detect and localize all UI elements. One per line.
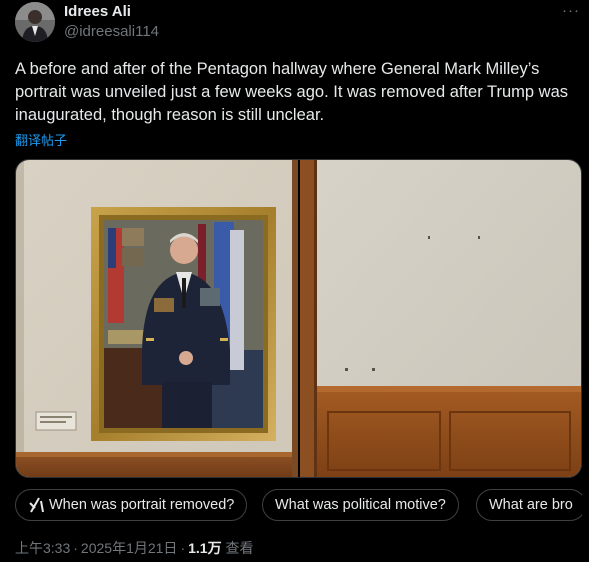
- grok-prompt-label: What are bro: [489, 497, 573, 513]
- grok-prompt-chip-truncated[interactable]: What are bro: [476, 489, 582, 521]
- translate-post-link[interactable]: 翻译帖子: [15, 130, 67, 149]
- grok-prompt-chip-political-motive[interactable]: What was political motive?: [262, 489, 459, 521]
- author-name[interactable]: Idrees Ali: [64, 3, 131, 20]
- grok-prompt-label: What was political motive?: [275, 497, 446, 513]
- meta-separator: ·: [180, 540, 186, 556]
- photo-after[interactable]: [300, 160, 581, 477]
- empty-wall-photo-image: [300, 160, 581, 477]
- post-meta: 上午3:33 · 2025年1月21日 · 1.1万 查看: [15, 538, 253, 558]
- photo-before[interactable]: [16, 160, 298, 477]
- views-label: 查看: [225, 540, 254, 556]
- views-count: 1.1万: [188, 540, 222, 556]
- grok-prompt-label: When was portrait removed?: [49, 497, 235, 513]
- tweet-text: A before and after of the Pentagon hallw…: [15, 60, 568, 124]
- grok-prompt-chip-portrait-removed[interactable]: When was portrait removed?: [15, 489, 248, 521]
- media-grid: [15, 159, 582, 478]
- post-date[interactable]: 2025年1月21日: [81, 540, 178, 556]
- meta-separator: ·: [73, 540, 78, 556]
- author-handle[interactable]: @idreesali114: [64, 23, 159, 40]
- post-time[interactable]: 上午3:33: [15, 540, 70, 556]
- author-avatar[interactable]: [15, 2, 55, 42]
- avatar-image: [15, 2, 55, 42]
- grok-icon: [28, 497, 46, 513]
- grok-prompt-chips: When was portrait removed? What was poli…: [15, 489, 582, 521]
- more-icon[interactable]: ···: [560, 2, 582, 22]
- portrait-photo-image: [16, 160, 298, 477]
